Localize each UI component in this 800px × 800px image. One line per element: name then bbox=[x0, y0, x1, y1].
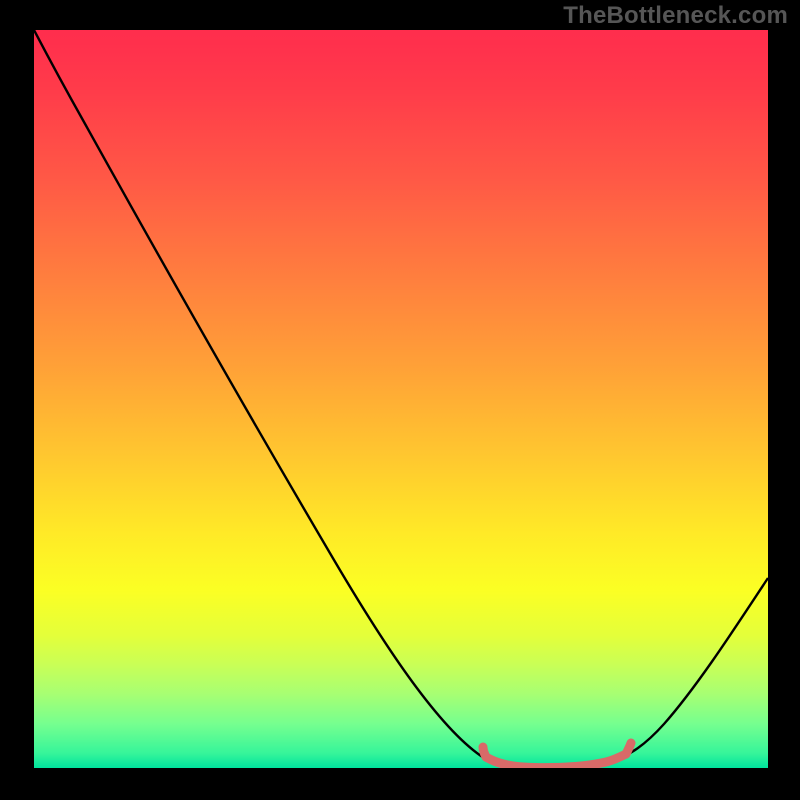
highlight-band-path bbox=[486, 754, 626, 768]
watermark-text: TheBottleneck.com bbox=[563, 2, 788, 30]
highlight-left-hook bbox=[483, 747, 486, 757]
highlight-right-hook bbox=[626, 743, 631, 754]
plot-area bbox=[34, 30, 768, 768]
bottleneck-curve-path bbox=[34, 30, 768, 768]
chart-frame: TheBottleneck.com bbox=[0, 0, 800, 800]
curve-layer bbox=[34, 30, 768, 768]
